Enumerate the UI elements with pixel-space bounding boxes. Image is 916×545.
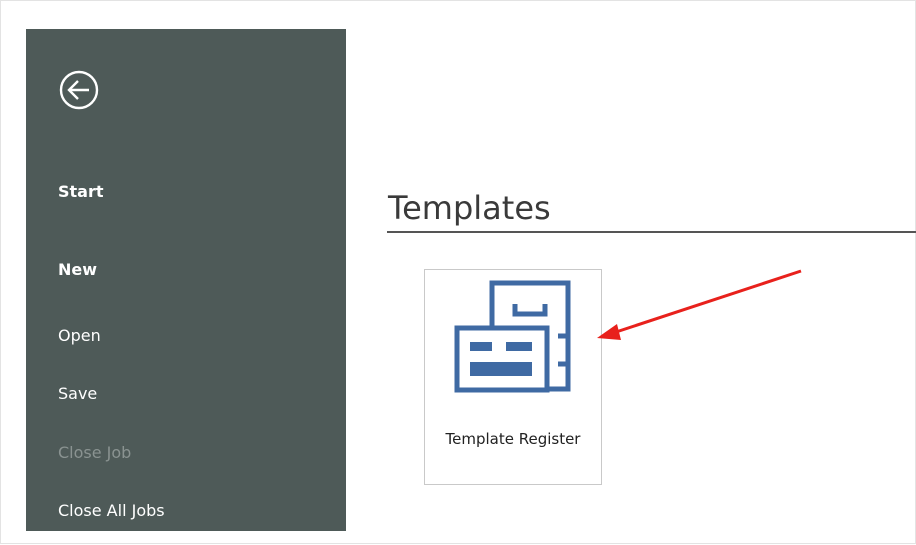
backstage-sidebar: Start New Open Save Close Job Close All … <box>26 29 346 531</box>
template-register-label: Template Register <box>445 430 581 448</box>
back-arrow-circle-icon <box>59 70 99 110</box>
menu-item-open[interactable]: Open <box>58 326 101 345</box>
heading-divider <box>387 231 916 233</box>
menu-item-start[interactable]: Start <box>58 182 104 201</box>
menu-item-new[interactable]: New <box>58 260 97 279</box>
menu-item-close-job: Close Job <box>58 443 132 462</box>
template-register-icon <box>454 280 571 393</box>
back-button[interactable] <box>56 67 102 113</box>
page-title: Templates <box>388 189 551 227</box>
menu-item-close-all-jobs[interactable]: Close All Jobs <box>58 501 165 520</box>
backstage-window: Start New Open Save Close Job Close All … <box>0 0 916 544</box>
template-register-tile[interactable]: Template Register <box>424 269 602 485</box>
menu-item-save[interactable]: Save <box>58 384 97 403</box>
